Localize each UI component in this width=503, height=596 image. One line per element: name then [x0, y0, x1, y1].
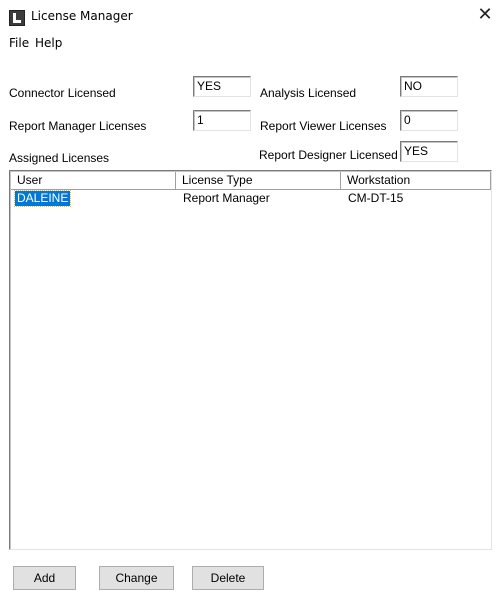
change-button[interactable]: Change: [99, 566, 174, 590]
report-viewer-licenses-field[interactable]: 0: [400, 110, 458, 131]
column-header-workstation[interactable]: Workstation: [341, 172, 491, 190]
menu-file[interactable]: File: [9, 36, 29, 50]
add-button[interactable]: Add: [13, 566, 76, 590]
report-manager-licenses-field[interactable]: 1: [193, 110, 251, 131]
report-manager-licenses-label: Report Manager Licenses: [9, 119, 147, 133]
menu-bar: File Help: [0, 32, 503, 52]
row-workstation: CM-DT-15: [348, 191, 404, 205]
row-license-type: Report Manager: [183, 191, 270, 205]
report-viewer-licenses-label: Report Viewer Licenses: [260, 119, 387, 133]
table-row[interactable]: DALEINE Report Manager CM-DT-15: [11, 190, 491, 207]
window-title: License Manager: [31, 9, 133, 23]
report-designer-licensed-label: Report Designer Licensed: [259, 148, 398, 162]
column-header-user[interactable]: User: [11, 172, 176, 190]
report-designer-licensed-field[interactable]: YES: [400, 141, 458, 162]
assigned-licenses-list[interactable]: User License Type Workstation DALEINE Re…: [9, 170, 492, 550]
menu-help[interactable]: Help: [35, 36, 62, 50]
analysis-licensed-label: Analysis Licensed: [260, 86, 357, 100]
delete-button[interactable]: Delete: [192, 566, 264, 590]
connector-licensed-field[interactable]: YES: [193, 76, 251, 97]
title-bar[interactable]: License Manager ✕: [0, 0, 503, 30]
license-manager-icon: [9, 10, 25, 26]
column-header-license-type[interactable]: License Type: [176, 172, 341, 190]
list-header: User License Type Workstation: [11, 172, 491, 190]
license-manager-window: License Manager ✕ File Help Connector Li…: [0, 0, 503, 596]
analysis-licensed-field[interactable]: NO: [400, 76, 458, 97]
row-user[interactable]: DALEINE: [13, 190, 72, 207]
close-icon[interactable]: ✕: [471, 3, 499, 27]
connector-licensed-label: Connector Licensed: [9, 86, 116, 100]
assigned-licenses-label: Assigned Licenses: [9, 151, 110, 165]
